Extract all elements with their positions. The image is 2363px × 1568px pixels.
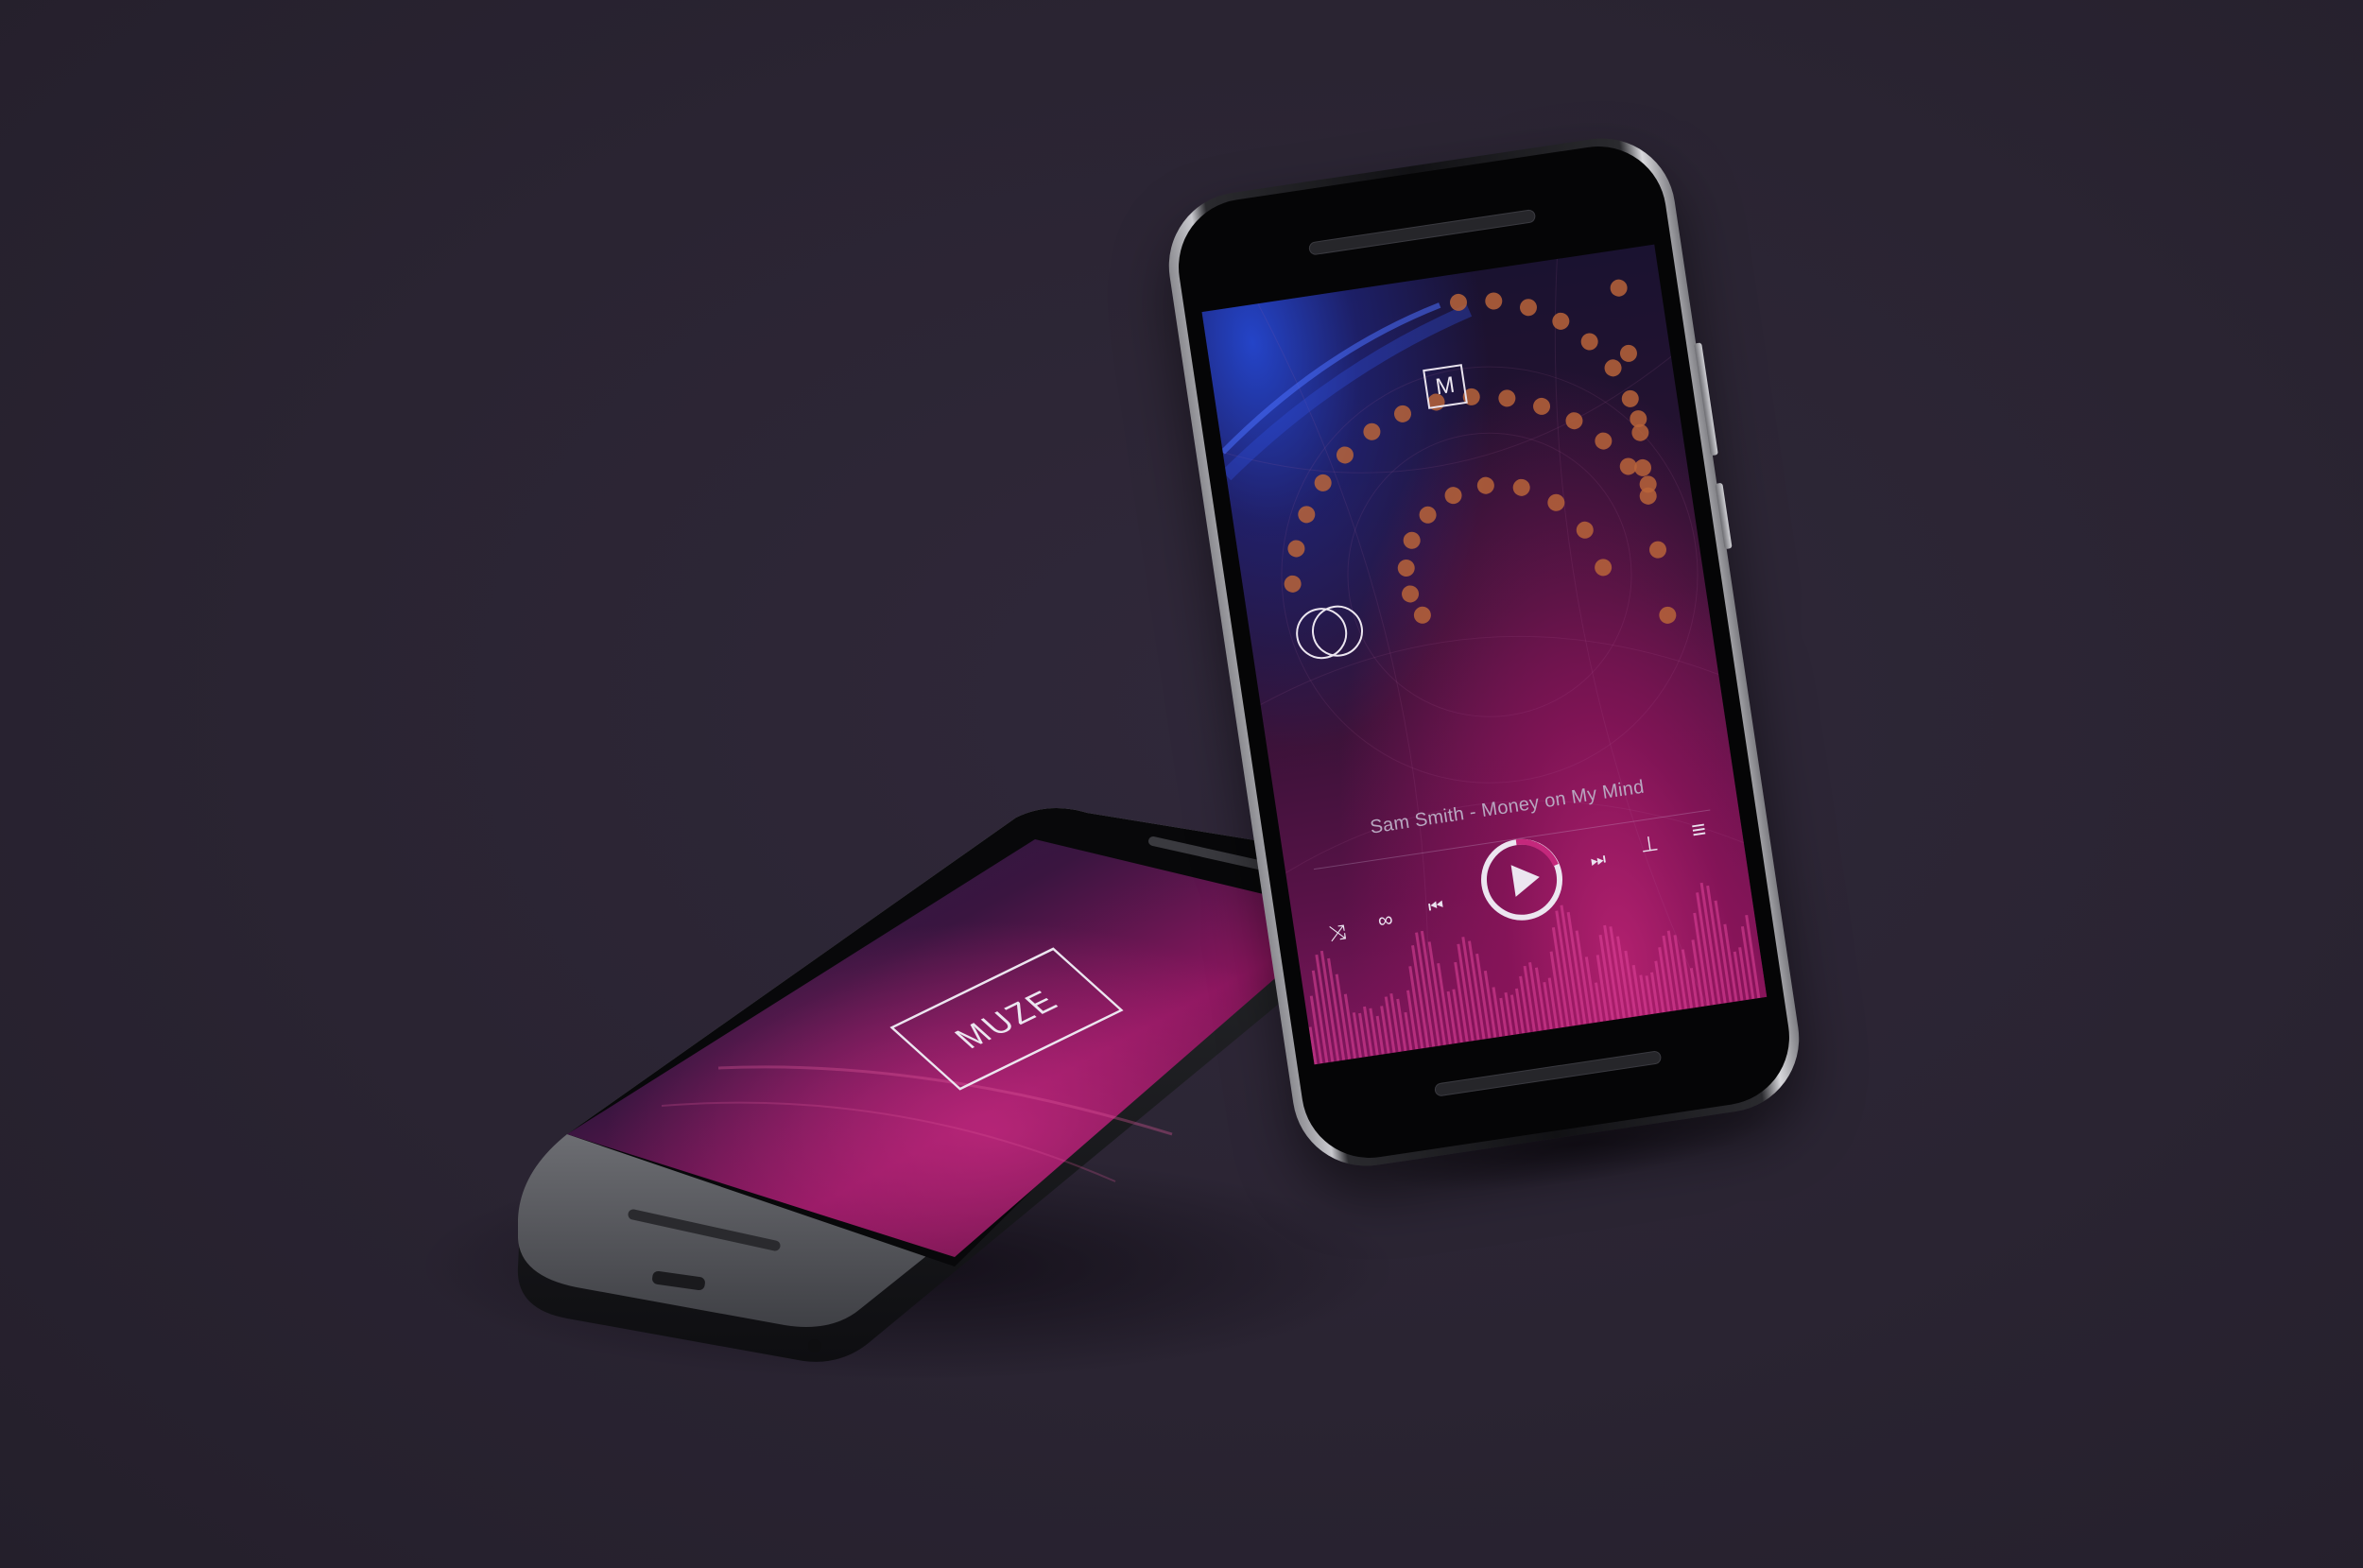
play-icon — [1510, 865, 1540, 897]
app-logo[interactable]: M — [1423, 364, 1468, 409]
visualizer-dot — [1498, 389, 1516, 407]
visualizer-dot — [1287, 540, 1305, 558]
visualizer-dot — [1520, 299, 1538, 317]
visualizer-dot — [1419, 506, 1437, 524]
visualizer-dot — [1397, 559, 1415, 577]
visualizer-dot — [1580, 333, 1598, 351]
visualizer-dot — [1413, 606, 1431, 624]
visualizer-dot — [1476, 476, 1494, 494]
visualizer-dot — [1565, 412, 1583, 430]
visualizer-dot — [1393, 405, 1411, 422]
visualizer-dot — [1595, 559, 1613, 577]
visualizer-dot — [1552, 312, 1570, 330]
visualizer-dot — [1363, 422, 1381, 440]
visualizer-dot — [1512, 478, 1530, 496]
equalizer-bar — [1534, 967, 1547, 1030]
visualizer-dot — [1403, 531, 1421, 549]
visualizer-dot — [1298, 506, 1316, 524]
visualizer-dot — [1444, 487, 1462, 505]
visualizer-dot — [1533, 397, 1551, 415]
download-icon[interactable]: ⊥ — [1631, 828, 1667, 861]
menu-icon[interactable]: ≡ — [1681, 813, 1716, 846]
headphone-jack — [808, 1339, 821, 1353]
visualizer-dot — [1610, 279, 1628, 297]
overlap-circles-icon[interactable] — [1284, 593, 1377, 671]
visualizer-dot — [1485, 292, 1503, 310]
visualizer-dot — [1595, 432, 1613, 450]
visualizer-dot — [1284, 575, 1302, 593]
next-icon[interactable]: ⏭ — [1580, 843, 1616, 876]
visualizer-dot — [1619, 344, 1637, 362]
visualizer-dot — [1336, 446, 1354, 464]
visualizer-dot — [1576, 521, 1594, 539]
visualizer-dot — [1634, 458, 1652, 476]
visualizer-dot — [1314, 474, 1332, 491]
visualizer-dot — [1604, 359, 1622, 377]
visualizer-dot — [1402, 585, 1420, 603]
visualizer-dot — [1659, 606, 1677, 624]
visualizer-dot — [1621, 389, 1639, 407]
visualizer-dot — [1649, 541, 1667, 559]
visualizer-dot — [1547, 493, 1565, 511]
